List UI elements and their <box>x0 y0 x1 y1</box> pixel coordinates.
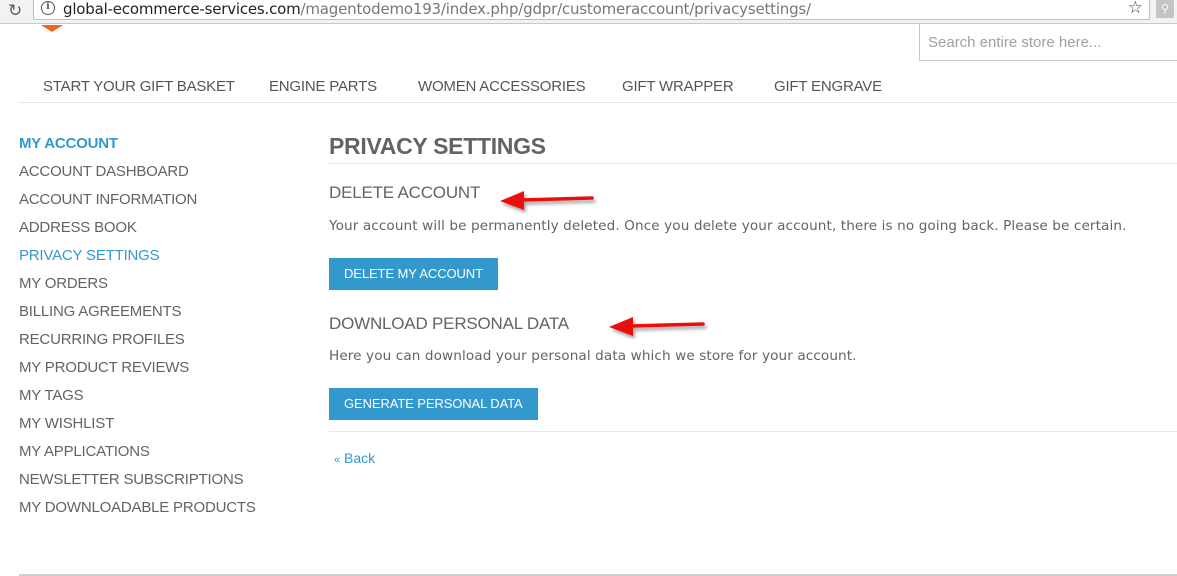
url-host: global-ecommerce-services.com <box>63 0 301 18</box>
back-link[interactable]: « Back <box>334 450 375 466</box>
star-icon[interactable]: ☆ <box>1128 0 1143 18</box>
nav-item-gift-engrave[interactable]: GIFT ENGRAVE <box>774 78 882 95</box>
nav-item-women-accessories[interactable]: WOMEN ACCESSORIES <box>418 78 586 95</box>
page-title: PRIVACY SETTINGS <box>329 130 1177 164</box>
sidebar-item-my-applications[interactable]: MY APPLICATIONS <box>19 442 256 470</box>
sidebar-item-account-dashboard[interactable]: ACCOUNT DASHBOARD <box>19 162 256 190</box>
sidebar-item-newsletter-subscriptions[interactable]: NEWSLETTER SUBSCRIPTIONS <box>19 470 256 498</box>
nav-item-engine-parts[interactable]: ENGINE PARTS <box>269 78 377 95</box>
store-logo[interactable] <box>41 25 63 32</box>
url-path: /magentodemo193/index.php/gdpr/customera… <box>300 0 812 18</box>
delete-account-heading: DELETE ACCOUNT <box>329 183 481 202</box>
annotation-arrow-download-data <box>609 317 705 336</box>
delete-account-description: Your account will be permanently deleted… <box>329 218 1127 234</box>
sidebar-item-recurring-profiles[interactable]: RECURRING PROFILES <box>19 330 256 358</box>
sidebar-item-address-book[interactable]: ADDRESS BOOK <box>19 218 256 246</box>
sidebar-item-my-orders[interactable]: MY ORDERS <box>19 274 256 302</box>
nav-item-gift-basket[interactable]: START YOUR GIFT BASKET <box>43 78 235 95</box>
sidebar-item-my-wishlist[interactable]: MY WISHLIST <box>19 414 256 442</box>
account-sidebar: MY ACCOUNT ACCOUNT DASHBOARD ACCOUNT INF… <box>19 134 256 526</box>
browser-toolbar: ↻ i global-ecommerce-services.com/magent… <box>0 0 1177 24</box>
sidebar-item-my-tags[interactable]: MY TAGS <box>19 386 256 414</box>
sidebar-title: MY ACCOUNT <box>19 135 118 152</box>
reload-icon[interactable]: ↻ <box>8 1 22 21</box>
annotation-arrow-delete-account <box>500 191 594 210</box>
store-search[interactable] <box>919 24 1177 61</box>
delete-my-account-button[interactable]: DELETE MY ACCOUNT <box>329 258 498 290</box>
download-data-description: Here you can download your personal data… <box>329 348 857 364</box>
address-bar[interactable]: i global-ecommerce-services.com/magentod… <box>33 0 1150 20</box>
sidebar-item-privacy-settings[interactable]: PRIVACY SETTINGS <box>19 246 256 274</box>
sidebar-item-downloadable-products[interactable]: MY DOWNLOADABLE PRODUCTS <box>19 498 256 526</box>
url-text[interactable]: global-ecommerce-services.com/magentodem… <box>63 0 811 18</box>
info-icon[interactable]: i <box>41 1 55 15</box>
sidebar-item-product-reviews[interactable]: MY PRODUCT REVIEWS <box>19 358 256 386</box>
content-divider <box>329 431 1177 432</box>
search-input[interactable] <box>920 24 1177 60</box>
back-label: Back <box>344 450 376 466</box>
download-data-heading: DOWNLOAD PERSONAL DATA <box>329 314 569 333</box>
sidebar-item-billing-agreements[interactable]: BILLING AGREEMENTS <box>19 302 256 330</box>
nav-item-gift-wrapper[interactable]: GIFT WRAPPER <box>622 78 734 95</box>
sidebar-item-account-information[interactable]: ACCOUNT INFORMATION <box>19 190 256 218</box>
back-arrow-icon: « <box>334 454 341 466</box>
search-extension-icon[interactable]: ⚲ <box>1156 0 1174 18</box>
generate-personal-data-button[interactable]: GENERATE PERSONAL DATA <box>329 388 538 420</box>
main-content: PRIVACY SETTINGS DELETE ACCOUNT Your acc… <box>329 130 1177 466</box>
main-navigation: START YOUR GIFT BASKET ENGINE PARTS WOME… <box>18 74 1177 103</box>
